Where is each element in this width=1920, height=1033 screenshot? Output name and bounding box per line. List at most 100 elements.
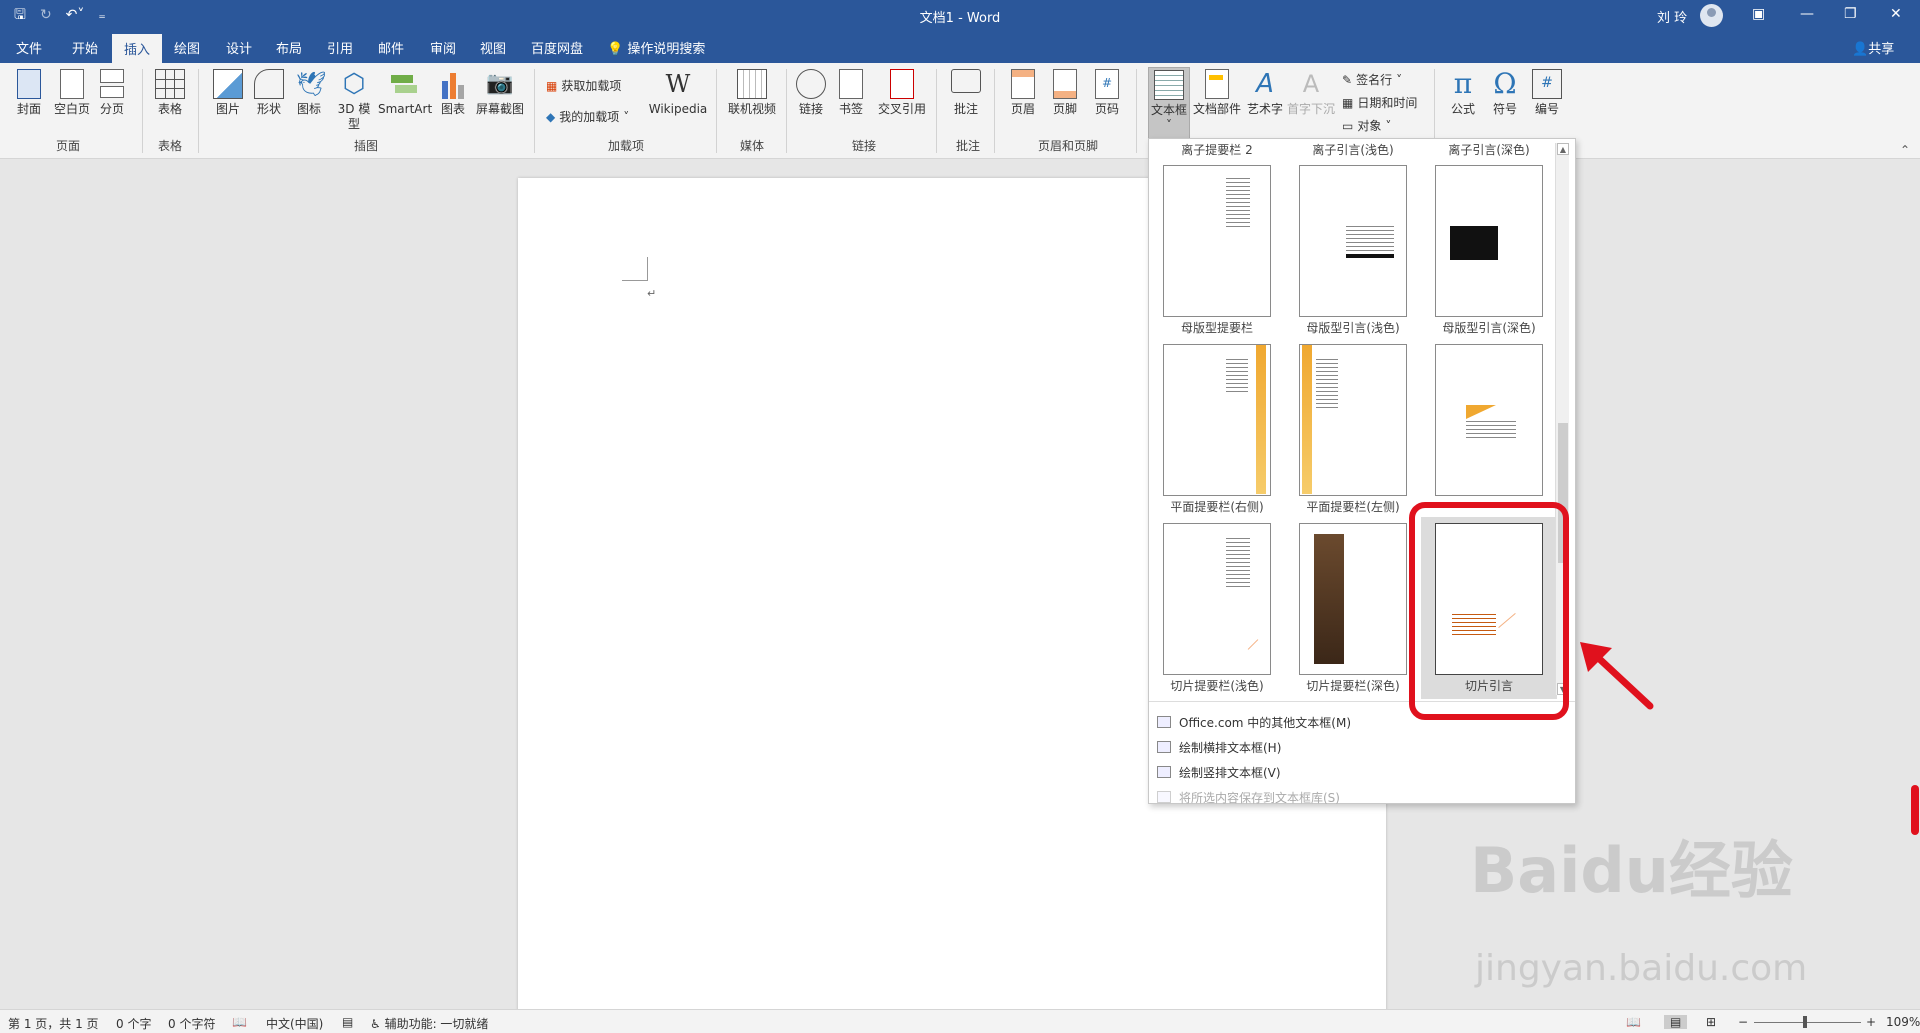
status-accessibility[interactable]: ♿ 辅助功能: 一切就绪 [370,1015,488,1032]
zoom-out-button[interactable]: − [1738,1015,1748,1029]
bird-icon: 🕊 [296,70,327,98]
gallery-item-austere-sidebar[interactable] [1163,165,1271,317]
cross-reference-button[interactable]: 交叉引用 [876,69,928,117]
red-arrow-annotation [1580,642,1654,710]
online-video-button[interactable]: 联机视频 [726,69,778,117]
gallery-item-slice-sidebar-light[interactable] [1163,523,1271,675]
shapes-button[interactable]: 形状 [252,69,286,117]
number-button[interactable]: # 编号 [1530,69,1564,117]
object-button[interactable]: ▭ 对象 ˅ [1342,117,1391,134]
textbox-button[interactable]: 文本框 ˅ [1148,67,1190,139]
page-break-icon [97,69,127,99]
status-language[interactable]: 中文(中国) [266,1015,323,1032]
gallery-item-facet-sidebar-right[interactable] [1163,344,1271,496]
tab-file[interactable]: 文件 [16,38,42,57]
zoom-slider-thumb[interactable] [1803,1016,1807,1028]
signature-line-button[interactable]: ✎ 签名行 ˅ [1342,71,1402,88]
zoom-in-button[interactable]: + [1866,1015,1876,1029]
smartart-icon [389,69,419,99]
drop-cap-button: A 首字下沉 [1286,70,1335,116]
vertical-scroll-indicator[interactable] [1911,785,1919,835]
collapse-ribbon-icon[interactable]: ⌃ [1900,143,1910,157]
word-window: 🖫 ↻ ↶˅ ₌ 文档1 - Word 刘 玲 ▣ — ❐ ✕ 文件 开始 插入… [0,0,1920,1033]
3d-model-button[interactable]: ⬡ 3D 模型 [336,69,372,132]
tab-references[interactable]: 引用 [327,38,353,57]
link-button[interactable]: 链接 [796,69,826,117]
my-addins-button[interactable]: ◆ 我的加载项 ˅ [546,108,629,125]
print-layout-icon[interactable]: ▤ [1664,1015,1688,1029]
zoom-level[interactable]: 109% [1886,1015,1920,1029]
tab-design[interactable]: 设计 [226,38,252,57]
quick-parts-button[interactable]: 文档部件 [1192,69,1242,117]
screenshot-button[interactable]: 📷 屏幕截图 [474,69,526,117]
thumb-preview [1256,345,1266,494]
date-time-button[interactable]: ▦ 日期和时间 [1342,94,1417,111]
status-words[interactable]: 0 个字 [116,1015,151,1032]
symbol-button[interactable]: Ω 符号 [1488,69,1522,117]
header-button[interactable]: 页眉 [1006,69,1040,117]
picture-button[interactable]: 图片 [210,69,246,117]
gallery-item-slice-sidebar-dark[interactable] [1299,523,1407,675]
tell-me-search[interactable]: 💡 操作说明搜索 [607,38,705,57]
wikipedia-button[interactable]: W Wikipedia [648,69,708,117]
equation-button[interactable]: π 公式 [1446,69,1480,117]
menu-item-draw-vertical-textbox[interactable]: 绘制竖排文本框(V) [1149,760,1575,784]
gallery-item-austere-quote-dark[interactable] [1435,165,1543,317]
wordart-button[interactable]: A 艺术字 [1246,69,1284,117]
user-name[interactable]: 刘 玲 [1657,7,1687,26]
blank-page-button[interactable]: 空白页 [52,69,92,117]
group-media-label: 媒体 [740,139,765,153]
restore-icon[interactable]: ❐ [1844,6,1857,22]
icons-button[interactable]: 🕊 图标 [296,69,326,117]
lightbulb-icon: 💡 [607,42,628,57]
gallery-caption: 离子引言(浅色) [1312,143,1394,157]
tab-layout[interactable]: 布局 [276,38,302,57]
share-button[interactable]: 👤共享 [1852,38,1894,57]
scroll-up-icon[interactable]: ▲ [1557,143,1569,155]
tab-home[interactable]: 开始 [72,38,98,57]
table-button[interactable]: 表格 [153,69,187,117]
cross-reference-icon [887,69,917,99]
gallery-caption: 离子引言(深色) [1448,143,1530,157]
tab-draw[interactable]: 绘图 [174,38,200,57]
accessibility-icon: ♿ [370,1017,385,1031]
picture-icon [213,69,243,99]
addins-icon: ◆ [546,109,556,124]
group-illustrations-label: 插图 [354,139,379,153]
macro-icon[interactable]: ▤ [342,1015,353,1029]
avatar[interactable] [1700,4,1723,27]
gallery-item-austere-quote-light[interactable] [1299,165,1407,317]
thumb-preview [1226,359,1248,395]
page-number-button[interactable]: # 页码 [1090,69,1124,117]
close-icon[interactable]: ✕ [1890,6,1902,22]
footer-button[interactable]: 页脚 [1048,69,1082,117]
status-chars[interactable]: 0 个字符 [168,1015,215,1032]
textbox-icon [1154,70,1184,100]
tab-insert[interactable]: 插入 [112,34,163,63]
get-addins-button[interactable]: ▦ 获取加载项 [546,77,621,94]
page-break-button[interactable]: 分页 [96,69,128,117]
tab-baidu-netdisk[interactable]: 百度网盘 [531,38,583,57]
gallery-item-facet-sidebar-left[interactable] [1299,344,1407,496]
read-mode-icon[interactable]: 📖 [1626,1015,1641,1029]
video-icon [737,69,767,99]
bookmark-button[interactable]: 书签 [836,69,866,117]
tab-review[interactable]: 审阅 [430,38,456,57]
tab-view[interactable]: 视图 [480,38,506,57]
chevron-down-icon: ˅ [1396,72,1403,87]
ribbon-display-icon[interactable]: ▣ [1752,6,1765,22]
blank-page-icon [57,69,87,99]
chart-button[interactable]: 图表 [438,69,468,117]
menu-item-draw-horizontal-textbox[interactable]: 绘制横排文本框(H) [1149,735,1575,759]
thumb-preview [1314,534,1344,664]
tab-mailings[interactable]: 邮件 [378,38,404,57]
zoom-slider[interactable] [1754,1022,1861,1023]
minimize-icon[interactable]: — [1800,6,1814,22]
smartart-button[interactable]: SmartArt [378,69,432,117]
web-layout-icon[interactable]: ⊞ [1706,1015,1716,1029]
comment-button[interactable]: 批注 [948,69,984,117]
proofing-icon[interactable]: 📖 [232,1015,247,1029]
gallery-item-facet-quote[interactable] [1435,344,1543,496]
status-page[interactable]: 第 1 页，共 1 页 [8,1015,99,1032]
cover-button[interactable]: 封面 [12,69,46,117]
